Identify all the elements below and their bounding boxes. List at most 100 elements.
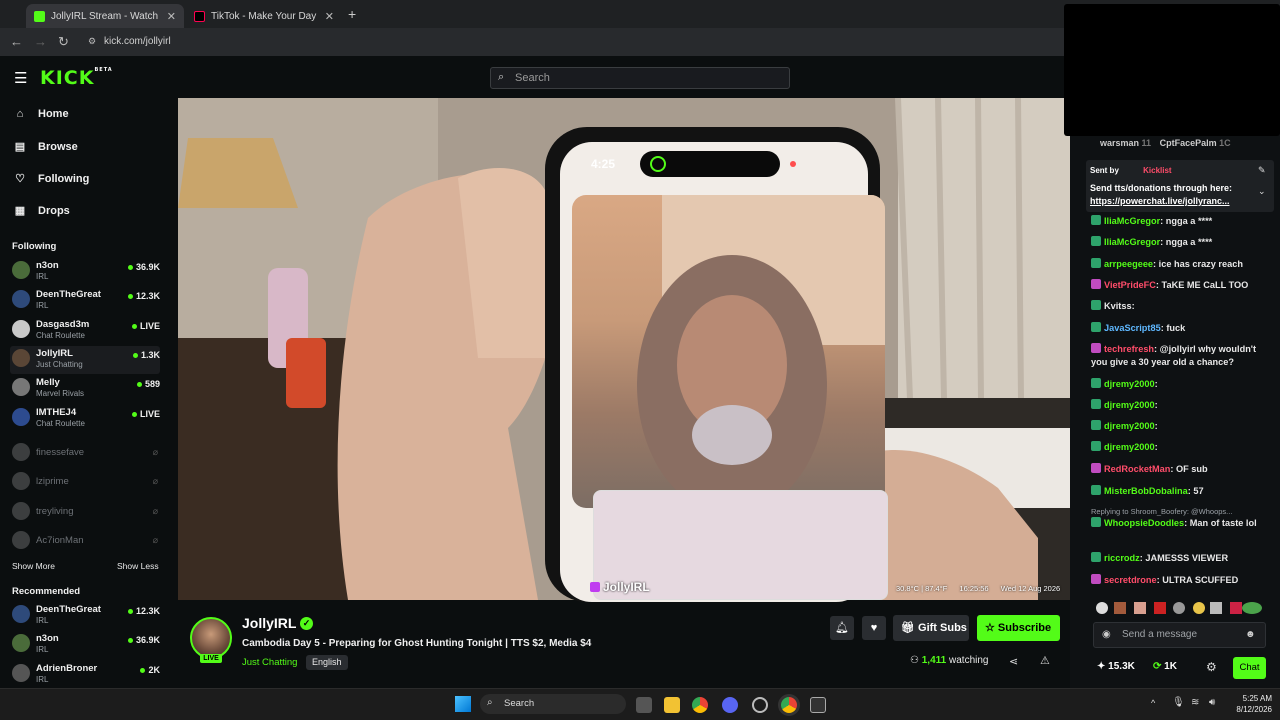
channel-name: Dasgasd3m xyxy=(36,319,90,330)
chat-username[interactable]: djremy2000 xyxy=(1104,400,1155,410)
chat-message[interactable]: Kvitss: xyxy=(1091,300,1261,313)
show-less-button[interactable]: Show Less xyxy=(117,561,159,571)
streamer-avatar[interactable] xyxy=(190,617,232,659)
app-icon[interactable] xyxy=(752,697,768,713)
follow-heart-button[interactable]: ♥ xyxy=(862,616,886,640)
pinned-link[interactable]: https://powerchat.live/jollyranc... xyxy=(1090,196,1230,206)
kick-logo[interactable]: KICKBETA xyxy=(40,67,113,89)
chat-username[interactable]: RedRocketMan xyxy=(1104,464,1170,474)
chat-username[interactable]: WhoopsieDoodles xyxy=(1104,518,1184,528)
chat-username[interactable]: IliaMcGregor xyxy=(1104,216,1160,226)
notification-bell-button[interactable]: 🔔︎ xyxy=(830,616,854,640)
chat-message[interactable]: RedRocketMan: OF sub xyxy=(1091,463,1261,476)
chat-username[interactable]: Kvitss xyxy=(1104,301,1132,311)
chat-message[interactable]: techrefresh: @jollyirl why wouldn't you … xyxy=(1091,343,1261,371)
menu-icon[interactable]: ☰ xyxy=(14,69,27,87)
chat-message[interactable]: secretdrone: ULTRA SCUFFED xyxy=(1091,574,1261,587)
sidebar-channel[interactable]: Melly Marvel Rivals 589 xyxy=(10,375,160,403)
show-more-button[interactable]: Show More xyxy=(12,561,55,571)
sidebar-channel[interactable]: IMTHEJ4 Chat Roulette LIVE xyxy=(10,405,160,433)
share-icon[interactable]: ⋖ xyxy=(1009,655,1018,668)
tab-jollyirl[interactable]: JollyIRL Stream - Watch Live ✕ xyxy=(26,4,184,28)
nav-browse[interactable]: ▤ Browse xyxy=(14,140,78,154)
unpin-icon[interactable]: ✎ xyxy=(1258,165,1266,176)
wifi-icon[interactable]: ≋ xyxy=(1191,697,1199,708)
sidebar-channel[interactable]: Ac7ionMan ⌀ xyxy=(10,528,160,556)
gear-icon[interactable]: ⚙ xyxy=(1206,660,1217,674)
forward-icon[interactable]: → xyxy=(34,34,47,49)
chat-message[interactable]: arrpeegeee: ice has crazy reach xyxy=(1091,258,1261,271)
taskbar-search[interactable]: Search xyxy=(480,694,626,714)
chat-message[interactable]: MisterBobDobalina: 57 xyxy=(1091,485,1261,498)
tab-tiktok[interactable]: TikTok - Make Your Day ✕ xyxy=(186,4,342,28)
sidebar-channel[interactable]: n3on IRL 36.9K xyxy=(10,258,160,286)
stream-category[interactable]: Just Chatting xyxy=(242,657,297,668)
new-tab-icon[interactable]: + xyxy=(348,6,356,22)
report-icon[interactable]: ⚠ xyxy=(1040,654,1050,667)
channel-category: Marvel Rivals xyxy=(36,389,85,398)
sidebar-channel[interactable]: Dasgasd3m Chat Roulette LIVE xyxy=(10,317,160,345)
chat-send-button[interactable]: Chat xyxy=(1233,657,1266,679)
search-input[interactable]: Search xyxy=(490,67,790,89)
chevron-down-icon[interactable]: ⌄ xyxy=(1258,186,1266,197)
chat-message[interactable]: djremy2000: xyxy=(1091,399,1261,412)
sidebar-channel[interactable]: treyliving ⌀ xyxy=(10,499,160,527)
chat-message[interactable]: djremy2000: xyxy=(1091,441,1261,454)
nav-drops[interactable]: ▦ Drops xyxy=(14,204,70,218)
chat-username[interactable]: riccrodz xyxy=(1104,553,1140,563)
offline-icon: ⌀ xyxy=(152,447,158,457)
chat-username[interactable]: djremy2000 xyxy=(1104,442,1155,452)
nav-home[interactable]: ⌂ Home xyxy=(14,108,69,120)
chat-username[interactable]: IliaMcGregor xyxy=(1104,237,1160,247)
site-info-icon[interactable]: ⚙ xyxy=(88,36,96,47)
chat-username[interactable]: MisterBobDobalina xyxy=(1104,486,1188,496)
chat-username[interactable]: secretdrone xyxy=(1104,575,1157,585)
subscribe-button[interactable]: ☆ Subscribe xyxy=(977,615,1060,641)
pinned-message[interactable]: Sent by Kicklist Send tts/donations thro… xyxy=(1086,160,1274,212)
chrome-active-icon[interactable] xyxy=(781,697,797,713)
chat-username[interactable]: djremy2000 xyxy=(1104,421,1155,431)
chat-message[interactable]: IliaMcGregor: ngga a **** xyxy=(1091,236,1261,249)
language-tag[interactable]: English xyxy=(306,655,348,670)
chat-message[interactable]: JavaScript85: fuck xyxy=(1091,322,1261,335)
close-icon[interactable]: ✕ xyxy=(325,10,334,23)
terminal-icon[interactable] xyxy=(810,697,826,713)
sidebar-channel[interactable]: lziprime ⌀ xyxy=(10,469,160,497)
sidebar-channel[interactable]: JollyIRL Just Chatting 1.3K xyxy=(10,346,160,374)
chat-message[interactable]: VietPrideFC: TaKE ME CaLL TOO xyxy=(1091,279,1261,292)
chat-username[interactable]: arrpeegeee xyxy=(1104,259,1153,269)
chat-message[interactable]: riccrodz: JAMESSS VIEWER xyxy=(1091,552,1261,565)
reload-icon[interactable]: ↻ xyxy=(58,34,69,50)
nav-following[interactable]: ♡ Following xyxy=(14,172,89,186)
chat-message-input[interactable]: Send a message xyxy=(1093,622,1266,648)
chat-username[interactable]: VietPrideFC xyxy=(1104,280,1156,290)
recommended-channel[interactable]: AdrienBroner IRL 2K xyxy=(10,661,160,689)
chat-message[interactable]: IliaMcGregor: ngga a **** xyxy=(1091,215,1261,228)
chat-message[interactable]: djremy2000: xyxy=(1091,420,1261,433)
file-explorer-icon[interactable] xyxy=(664,697,680,713)
chevron-up-icon[interactable]: ^ xyxy=(1151,698,1155,708)
microphone-icon[interactable]: 🎙︎ xyxy=(1172,697,1185,708)
recommended-channel[interactable]: DeenTheGreat IRL 12.3K xyxy=(10,602,160,630)
chat-message[interactable]: djremy2000: xyxy=(1091,378,1261,391)
sidebar-channel[interactable]: DeenTheGreat IRL 12.3K xyxy=(10,287,160,315)
chrome-icon[interactable] xyxy=(692,697,708,713)
chat-username[interactable]: djremy2000 xyxy=(1104,379,1155,389)
chat-username[interactable]: techrefresh xyxy=(1104,344,1154,354)
windows-start-icon[interactable] xyxy=(455,696,471,712)
task-view-icon[interactable] xyxy=(636,697,652,713)
emoji-icon[interactable]: ☻ xyxy=(1245,629,1256,640)
chat-username[interactable]: JavaScript85 xyxy=(1104,323,1161,333)
back-icon[interactable]: ← xyxy=(10,34,23,49)
taskbar-clock[interactable]: 5:25 AM 8/12/2026 xyxy=(1228,693,1272,715)
recommended-channel[interactable]: n3on IRL 36.9K xyxy=(10,631,160,659)
chat-message[interactable]: WhoopsieDoodles: Man of taste lol xyxy=(1091,517,1261,530)
streamer-name[interactable]: JollyIRL xyxy=(242,615,296,631)
chat-settings-icon[interactable]: ◉ xyxy=(1102,629,1111,640)
discord-icon[interactable] xyxy=(722,697,738,713)
url-field[interactable]: kick.com/jollyirl xyxy=(84,33,1060,51)
close-icon[interactable]: ✕ xyxy=(167,10,176,23)
gift-subs-button[interactable]: 🎁︎ Gift Subs xyxy=(893,615,969,641)
volume-icon[interactable]: 🔊︎ xyxy=(1209,697,1215,708)
sidebar-channel[interactable]: finessefave ⌀ xyxy=(10,440,160,468)
